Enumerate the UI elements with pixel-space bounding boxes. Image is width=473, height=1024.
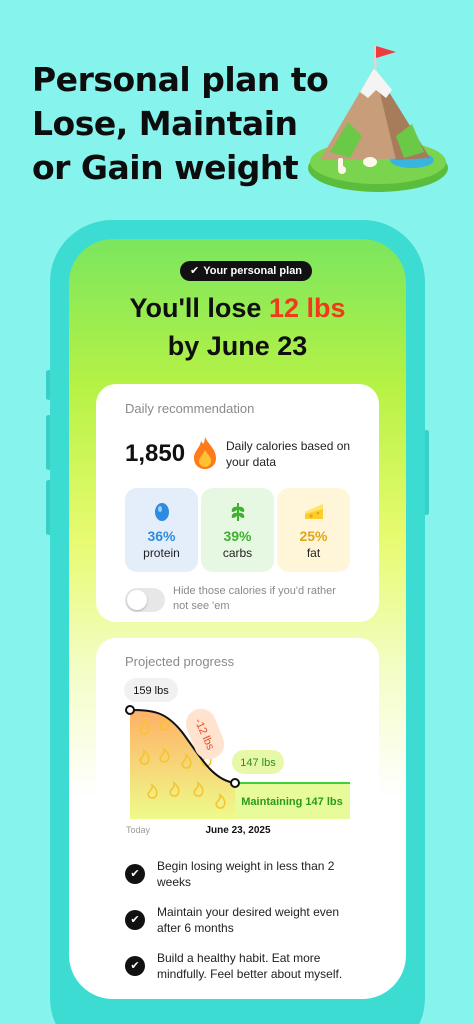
calories-value: 1,850 <box>125 440 186 467</box>
macro-carbs-pct: 39% <box>223 528 252 544</box>
fire-icon <box>194 437 216 469</box>
goal-text: Maintain your desired weight even after … <box>157 905 340 935</box>
leaf-icon <box>231 503 245 521</box>
maintain-label: Maintaining 147 lbs <box>241 796 342 808</box>
check-circle-icon: ✔ <box>125 956 145 976</box>
mountain-illustration <box>308 46 448 192</box>
macro-fat: 25% fat <box>277 488 350 572</box>
macro-protein: 36% protein <box>125 488 198 572</box>
goal-item: ✔ Begin losing weight in less than 2 wee… <box>125 858 365 890</box>
end-weight-label: 147 lbs <box>240 757 276 769</box>
goal-item: ✔ Maintain your desired weight even afte… <box>125 904 365 936</box>
daily-recommendation-card: Daily recommendation 1,850 Daily calorie… <box>96 384 379 622</box>
end-point <box>230 778 240 788</box>
cheese-icon <box>305 504 323 519</box>
start-point <box>125 705 135 715</box>
x-tick-end: June 23, 2025 <box>205 825 270 836</box>
toggle-knob <box>127 590 147 610</box>
hide-calories-label: Hide those calories if you'd rather not … <box>173 585 336 612</box>
x-tick-start: Today <box>126 825 151 835</box>
macro-carbs: 39% carbs <box>201 488 274 572</box>
macro-protein-pct: 36% <box>147 528 176 544</box>
plan-badge-label: Your personal plan <box>203 265 303 277</box>
phone-screen: ✔ Your personal plan You'll lose 12 lbs b… <box>69 239 406 999</box>
plan-title: You'll lose 12 lbs <box>69 293 406 324</box>
headline: Personal plan to Lose, Maintain or Gain … <box>32 60 329 187</box>
start-weight-label: 159 lbs <box>133 685 169 697</box>
check-icon: ✔ <box>190 265 200 277</box>
daily-recommendation-label: Daily recommendation <box>125 401 255 416</box>
macro-fat-pct: 25% <box>299 528 328 544</box>
goals-list: ✔ Begin losing weight in less than 2 wee… <box>125 858 365 996</box>
plan-badge: ✔ Your personal plan <box>180 261 313 281</box>
title-prefix: You'll lose <box>129 293 269 323</box>
check-circle-icon: ✔ <box>125 910 145 930</box>
goal-text: Build a healthy habit. Eat more mindfull… <box>157 951 343 981</box>
projected-progress-card: Projected progress 159 lbs -12 lbs 147 l… <box>96 638 379 999</box>
egg-icon <box>155 503 169 521</box>
progress-chart: 159 lbs -12 lbs 147 lbs Maintaining 147 … <box>124 678 350 836</box>
hide-calories-toggle[interactable] <box>125 588 165 612</box>
plan-title-date: by June 23 <box>167 331 308 361</box>
macro-protein-name: protein <box>143 546 180 560</box>
calories-description: Daily calories based on your data <box>226 439 351 469</box>
goal-item: ✔ Build a healthy habit. Eat more mindfu… <box>125 950 365 982</box>
goal-text: Begin losing weight in less than 2 weeks <box>157 859 335 889</box>
macro-fat-name: fat <box>306 546 321 560</box>
macro-carbs-name: carbs <box>222 546 253 560</box>
title-highlight: 12 lbs <box>268 293 346 323</box>
projected-progress-label: Projected progress <box>125 654 235 669</box>
check-circle-icon: ✔ <box>125 864 145 884</box>
